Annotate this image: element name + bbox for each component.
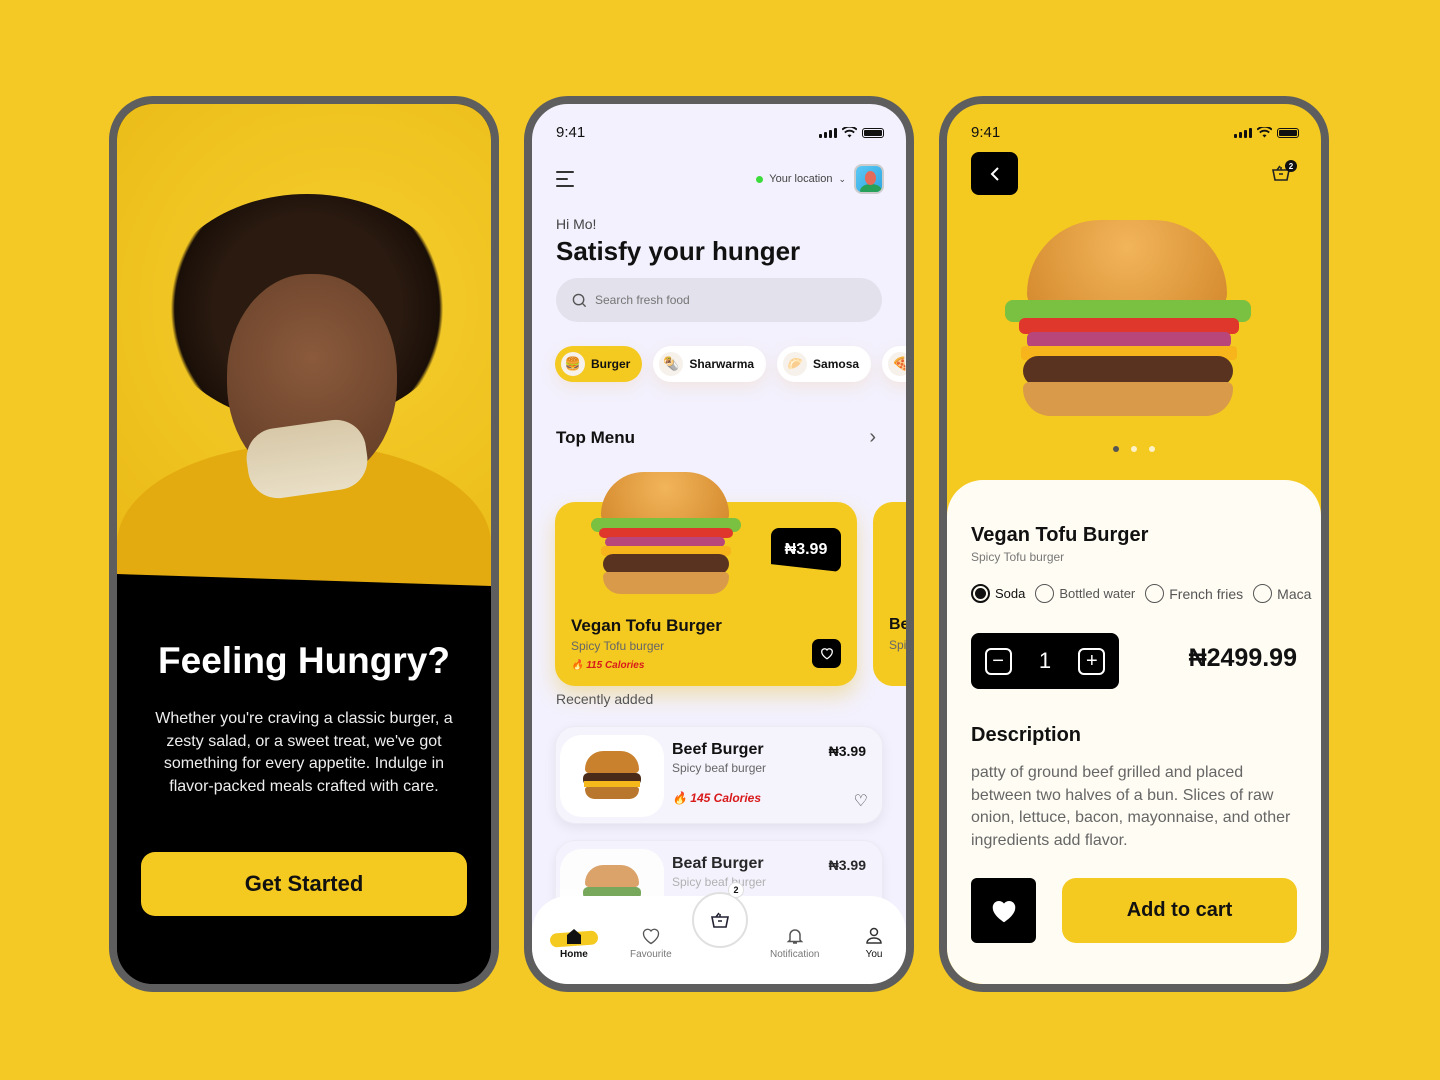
status-time: 9:41 <box>556 124 586 141</box>
search-icon <box>572 293 587 307</box>
top-menu-title: Top Menu <box>556 427 635 447</box>
greeting: Hi Mo! <box>556 216 597 232</box>
featured-name: Vegan Tofu Burger <box>571 616 722 635</box>
home-screen: 9:41 Your location ⌄ Hi Mo! Satisfy your… <box>524 96 914 992</box>
category-chip-samosa[interactable]: 🥟 Samosa <box>777 346 872 382</box>
burger-image <box>1003 220 1253 420</box>
battery-icon <box>862 127 884 138</box>
online-dot <box>756 175 764 183</box>
detail-sheet: Vegan Tofu Burger Spicy Tofu burger Soda… <box>947 480 1321 984</box>
recently-added-title: Recently added <box>556 691 654 707</box>
chevron-left-icon <box>990 166 999 181</box>
location-label: Your location <box>769 173 833 185</box>
fire-icon: 🔥 <box>672 791 687 805</box>
cart-badge: 2 <box>728 882 744 898</box>
burger-image <box>591 472 741 600</box>
radio-selected-icon <box>971 584 990 603</box>
bottom-nav: Home Favourite 2 Notification You <box>532 882 906 984</box>
category-chip-pizza[interactable]: 🍕 <box>882 346 906 382</box>
page-title: Satisfy your hunger <box>556 236 801 266</box>
status-bar: 9:41 <box>556 124 884 141</box>
favourite-button[interactable] <box>812 639 841 668</box>
option-soda[interactable]: Soda <box>971 584 1025 603</box>
carousel-dot[interactable] <box>1149 446 1155 452</box>
favourite-button[interactable] <box>971 878 1036 943</box>
heart-icon[interactable]: ♡ <box>854 791 868 811</box>
onboarding-title: Feeling Hungry? <box>158 640 450 681</box>
category-chip-sharwarma[interactable]: 🌯 Sharwarma <box>653 346 767 382</box>
location-selector[interactable]: Your location ⌄ <box>756 173 846 185</box>
carousel-dot[interactable] <box>1131 446 1137 452</box>
menu-icon[interactable] <box>556 171 574 187</box>
avatar[interactable] <box>854 164 884 194</box>
add-to-cart-button[interactable]: Add to cart <box>1062 878 1297 943</box>
wifi-icon <box>1257 127 1272 138</box>
samosa-icon: 🥟 <box>783 352 808 376</box>
category-chip-burger[interactable]: 🍔 Burger <box>555 346 643 382</box>
description-title: Description <box>971 724 1082 746</box>
radio-icon <box>1145 584 1165 603</box>
signal-icon <box>1234 127 1252 138</box>
cart-button[interactable] <box>692 892 748 948</box>
chevron-right-icon[interactable]: › <box>869 426 876 449</box>
wifi-icon <box>842 127 857 138</box>
fire-icon: 🔥 <box>571 660 584 671</box>
battery-icon <box>1277 127 1299 138</box>
heart-icon <box>642 928 660 945</box>
option-french-fries[interactable]: French fries <box>1145 584 1243 603</box>
featured-calories: 🔥 115 Calories <box>571 660 645 671</box>
option-maca[interactable]: Maca <box>1253 584 1311 603</box>
carousel-dot[interactable] <box>1113 446 1119 452</box>
carousel-dots <box>947 446 1321 452</box>
back-button[interactable] <box>971 152 1018 195</box>
category-list: 🍔 Burger 🌯 Sharwarma 🥟 Samosa 🍕 <box>555 346 906 382</box>
price-tag: ₦3.99 <box>771 528 841 572</box>
user-icon <box>866 927 882 944</box>
hero-photo <box>117 104 491 644</box>
onboarding-screen: Feeling Hungry? Whether you're craving a… <box>109 96 499 992</box>
heart-icon <box>820 648 833 660</box>
option-bottled-water[interactable]: Bottled water <box>1035 584 1135 603</box>
food-thumbnail <box>560 735 664 817</box>
pizza-icon: 🍕 <box>888 352 906 376</box>
home-icon <box>566 929 581 944</box>
get-started-button[interactable]: Get Started <box>141 852 467 916</box>
cart-badge: 2 <box>1285 160 1297 172</box>
list-item[interactable]: Beef Burger Spicy beaf burger 🔥 145 Calo… <box>555 726 883 824</box>
radio-icon <box>1035 584 1055 603</box>
detail-screen: 9:41 2 Vegan Tofu Burger Spicy Tofu burg… <box>939 96 1329 992</box>
onboarding-body: Whether you're craving a classic burger,… <box>155 710 453 795</box>
featured-subtitle: Spicy Tofu burger <box>571 639 665 653</box>
chevron-down-icon: ⌄ <box>838 173 846 184</box>
nav-favourite[interactable]: Favourite <box>630 926 672 960</box>
featured-card[interactable]: ₦3.99 Vegan Tofu Burger Spicy Tofu burge… <box>555 472 857 686</box>
side-options: Soda Bottled water French fries Maca <box>971 584 1311 603</box>
product-price: ₦2499.99 <box>1188 644 1297 672</box>
quantity-value: 1 <box>1038 648 1052 673</box>
nav-you[interactable]: You <box>864 926 884 960</box>
decrement-button[interactable]: − <box>984 647 1012 675</box>
heart-icon <box>992 900 1015 922</box>
search-bar[interactable] <box>556 278 882 322</box>
nav-home[interactable]: Home <box>560 926 588 960</box>
radio-icon <box>1253 584 1273 603</box>
description-text: patty of ground beef grilled and placed … <box>971 764 1291 849</box>
product-name: Vegan Tofu Burger <box>971 524 1149 546</box>
bell-icon <box>786 929 804 944</box>
increment-button[interactable]: + <box>1078 647 1106 675</box>
search-input[interactable] <box>595 293 845 307</box>
product-subtitle: Spicy Tofu burger <box>971 550 1065 564</box>
status-time: 9:41 <box>971 124 1001 141</box>
signal-icon <box>819 127 837 138</box>
nav-notification[interactable]: Notification <box>770 926 819 960</box>
basket-icon <box>711 912 729 928</box>
status-bar: 9:41 <box>971 124 1299 141</box>
quantity-stepper: − 1 + <box>971 633 1119 689</box>
shawarma-icon: 🌯 <box>659 352 684 376</box>
burger-icon: 🍔 <box>561 352 585 376</box>
featured-card-2[interactable]: Be Spi <box>873 502 906 686</box>
